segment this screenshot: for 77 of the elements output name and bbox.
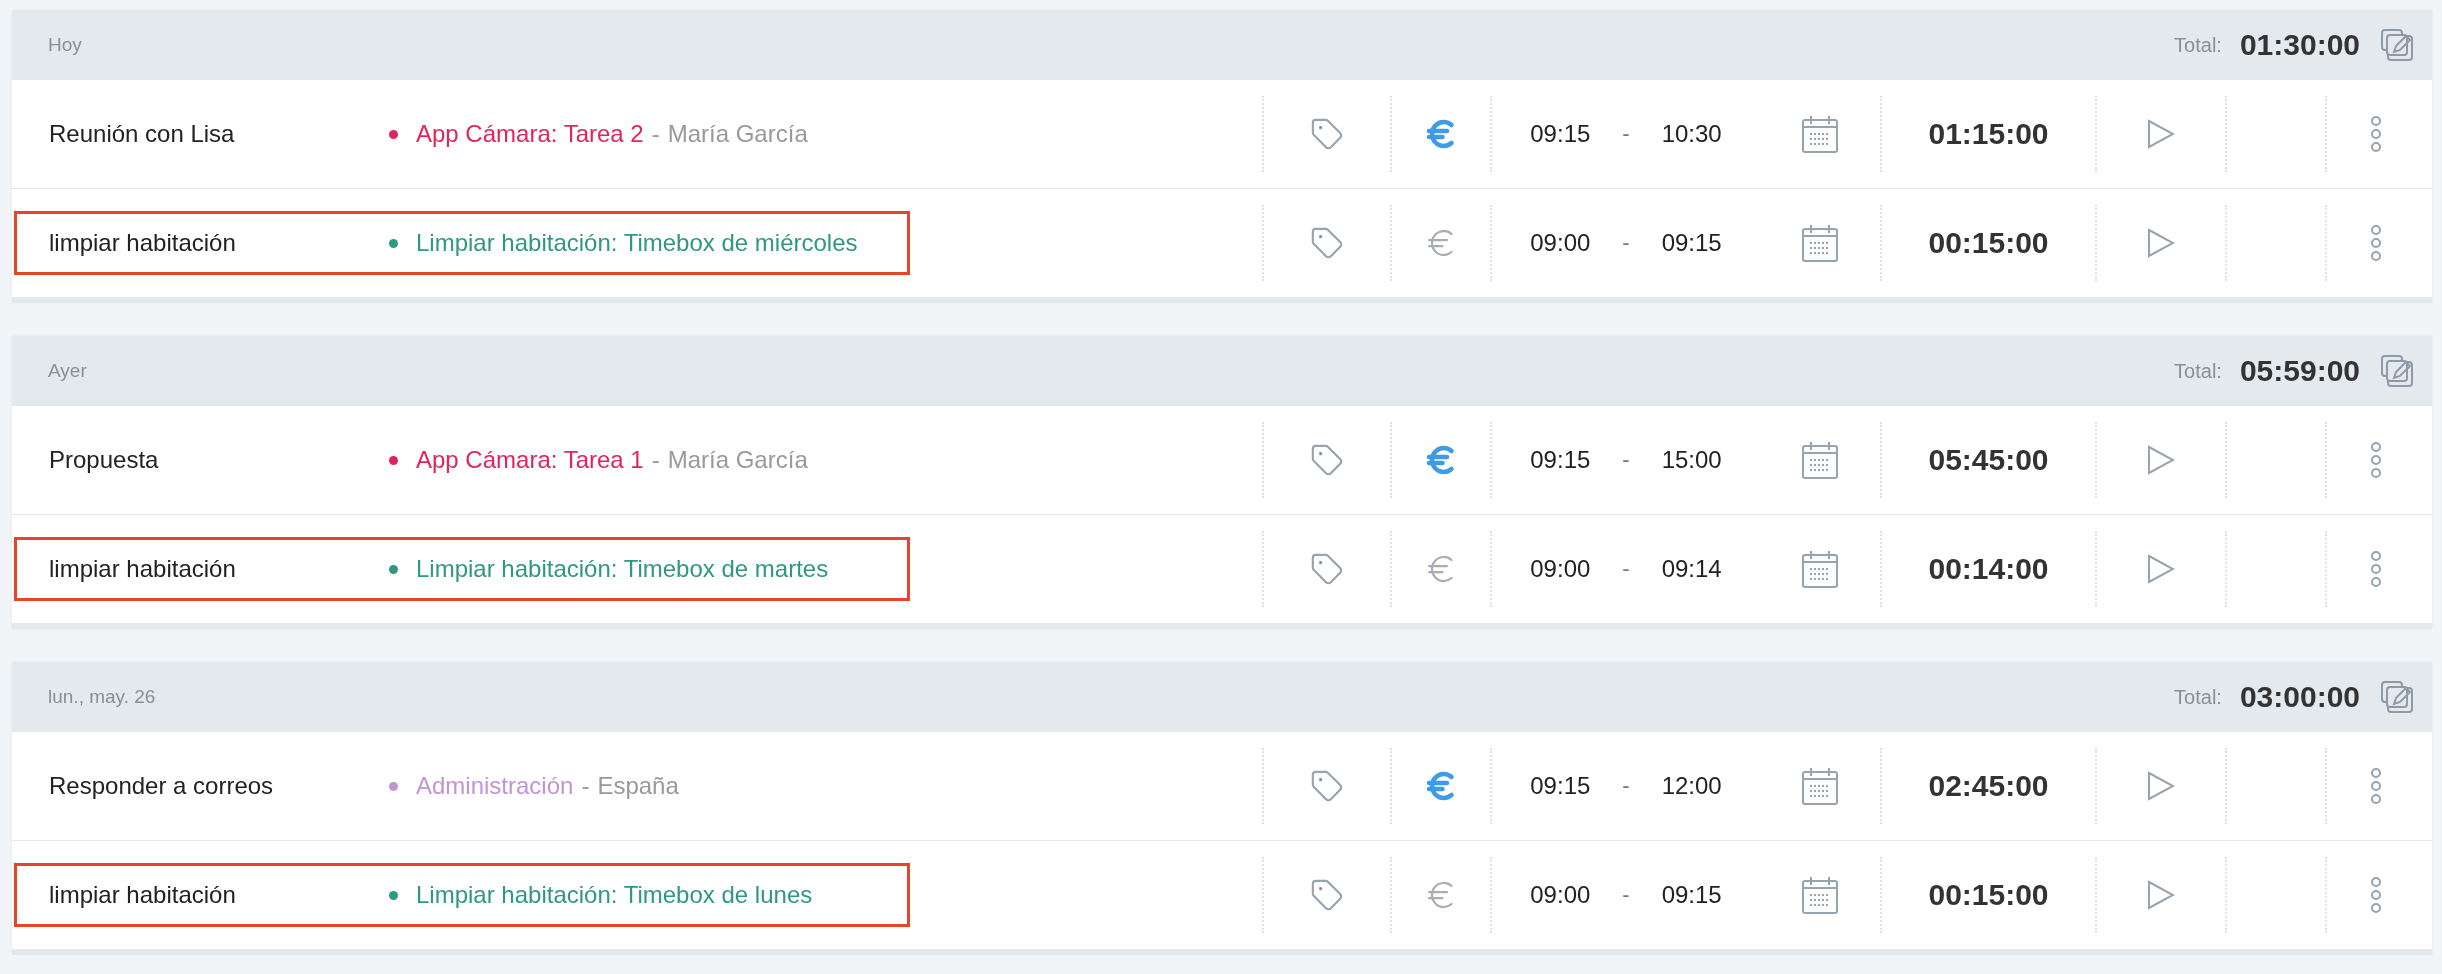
date-label: Hoy	[48, 34, 83, 56]
play-icon[interactable]	[2147, 228, 2175, 258]
more-menu-icon[interactable]	[2370, 225, 2382, 261]
entry-description: Responder a correos	[48, 772, 275, 800]
more-menu-icon[interactable]	[2370, 551, 2382, 587]
total-label: Total:	[2174, 359, 2222, 383]
start-time[interactable]: 09:15	[1530, 446, 1591, 474]
entry-duration[interactable]: 02:45:00	[1928, 769, 2049, 803]
tag-icon[interactable]	[1310, 443, 1344, 477]
calendar-icon[interactable]	[1802, 115, 1838, 153]
project-name[interactable]: Limpiar habitación: Timebox de lunes	[416, 881, 813, 909]
play-icon[interactable]	[2147, 771, 2175, 801]
time-separator: -	[1622, 882, 1630, 908]
tag-icon[interactable]	[1310, 226, 1344, 260]
end-time[interactable]: 09:14	[1661, 555, 1722, 583]
date-label: lun., may. 26	[48, 686, 157, 708]
total-duration: 03:00:00	[2239, 680, 2360, 714]
end-time[interactable]: 09:15	[1661, 229, 1722, 257]
start-time[interactable]: 09:15	[1530, 772, 1591, 800]
calendar-icon[interactable]	[1802, 224, 1838, 262]
end-time[interactable]: 12:00	[1661, 772, 1722, 800]
date-label: Ayer	[48, 360, 88, 382]
project-name[interactable]: App Cámara: Tarea 1	[416, 446, 644, 474]
calendar-icon[interactable]	[1802, 550, 1838, 588]
client-name: María García	[667, 120, 808, 148]
total-duration: 01:30:00	[2239, 28, 2360, 62]
tag-icon[interactable]	[1310, 117, 1344, 151]
project-name[interactable]: Limpiar habitación: Timebox de martes	[416, 555, 829, 583]
play-icon[interactable]	[2147, 119, 2175, 149]
time-separator: -	[1622, 230, 1630, 256]
entry-duration[interactable]: 00:14:00	[1928, 552, 2049, 586]
copy-edit-icon[interactable]	[2380, 680, 2414, 714]
tag-icon[interactable]	[1310, 878, 1344, 912]
play-icon[interactable]	[2147, 880, 2175, 910]
client-name: España	[597, 772, 679, 800]
copy-edit-icon[interactable]	[2380, 354, 2414, 388]
end-time[interactable]: 09:15	[1661, 881, 1722, 909]
entry-description: limpiar habitación	[48, 555, 237, 583]
more-menu-icon[interactable]	[2370, 442, 2382, 478]
calendar-icon[interactable]	[1802, 876, 1838, 914]
entry-duration[interactable]: 00:15:00	[1928, 226, 2049, 260]
total-label: Total:	[2174, 33, 2222, 57]
entry-description: Reunión con Lisa	[48, 120, 236, 148]
entry-description: limpiar habitación	[48, 229, 237, 257]
total-label: Total:	[2174, 685, 2222, 709]
dash-separator: -	[651, 446, 660, 474]
dash-separator: -	[581, 772, 590, 800]
time-separator: -	[1622, 556, 1630, 582]
time-separator: -	[1622, 121, 1630, 147]
start-time[interactable]: 09:00	[1530, 881, 1591, 909]
more-menu-icon[interactable]	[2370, 877, 2382, 913]
more-menu-icon[interactable]	[2370, 768, 2382, 804]
end-time[interactable]: 15:00	[1661, 446, 1722, 474]
client-name: María García	[667, 446, 808, 474]
copy-edit-icon[interactable]	[2380, 28, 2414, 62]
entry-duration[interactable]: 05:45:00	[1928, 443, 2049, 477]
play-icon[interactable]	[2147, 445, 2175, 475]
project-name[interactable]: Limpiar habitación: Timebox de miércoles	[416, 229, 858, 257]
more-menu-icon[interactable]	[2370, 116, 2382, 152]
entry-duration[interactable]: 00:15:00	[1928, 878, 2049, 912]
play-icon[interactable]	[2147, 554, 2175, 584]
time-separator: -	[1622, 447, 1630, 473]
calendar-icon[interactable]	[1802, 441, 1838, 479]
start-time[interactable]: 09:15	[1530, 120, 1591, 148]
start-time[interactable]: 09:00	[1530, 229, 1591, 257]
project-name[interactable]: App Cámara: Tarea 2	[416, 120, 644, 148]
tag-icon[interactable]	[1310, 552, 1344, 586]
calendar-icon[interactable]	[1802, 767, 1838, 805]
entry-description: Propuesta	[48, 446, 160, 474]
end-time[interactable]: 10:30	[1661, 120, 1722, 148]
entry-description: limpiar habitación	[48, 881, 237, 909]
dash-separator: -	[651, 120, 660, 148]
tag-icon[interactable]	[1310, 769, 1344, 803]
start-time[interactable]: 09:00	[1530, 555, 1591, 583]
time-separator: -	[1622, 773, 1630, 799]
total-duration: 05:59:00	[2239, 354, 2360, 388]
entry-duration[interactable]: 01:15:00	[1928, 117, 2049, 151]
